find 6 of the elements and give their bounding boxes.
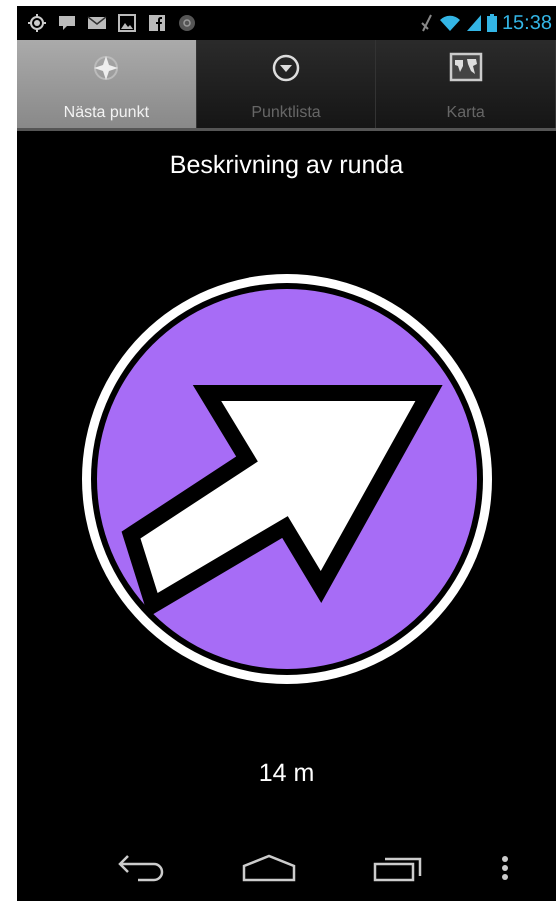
clock-time: 15:38 bbox=[502, 12, 552, 34]
tab[interactable]: Punktlista bbox=[196, 40, 376, 128]
round-title: Beskrivning av runda bbox=[170, 151, 404, 180]
distance-text: 14 m bbox=[258, 759, 314, 788]
tab[interactable]: Nästa punkt bbox=[17, 40, 197, 128]
tab[interactable]: Karta bbox=[376, 40, 556, 128]
